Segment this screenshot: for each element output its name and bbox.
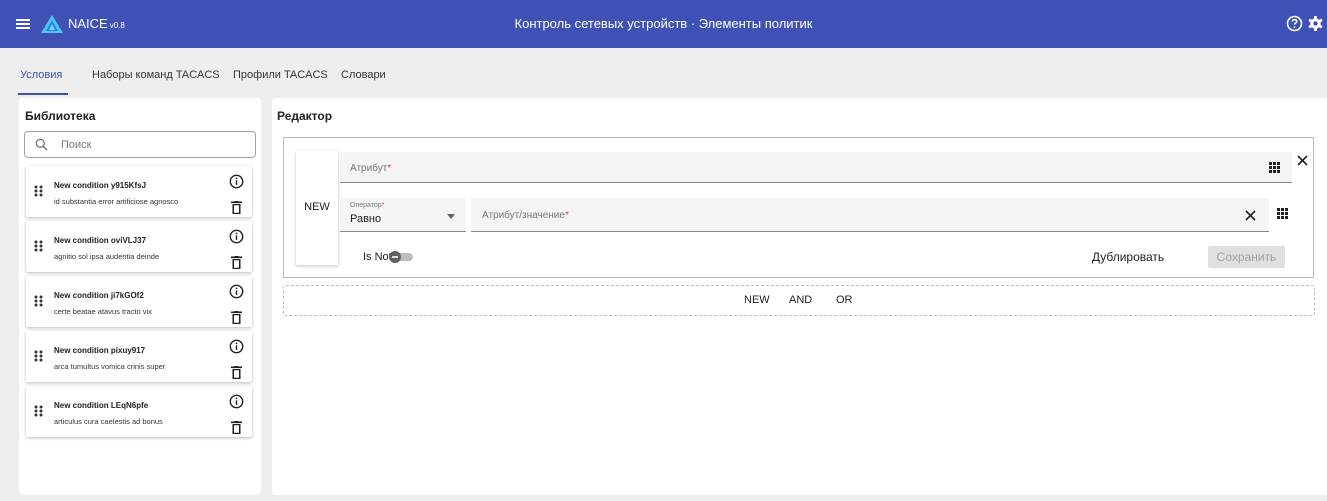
operator-value: Равно [350,213,382,225]
clear-value-close-icon[interactable] [1245,210,1256,221]
attribute-picker-grid-icon[interactable] [1269,162,1280,173]
condition-name: New condition y915KfsJ [54,181,147,190]
library-item[interactable]: New condition oviVLJ37 agnitio sol ipsa … [26,221,252,272]
attribute-value-field[interactable]: Атрибут/значение* [471,198,1269,232]
app-header: NAICE v0.8 Контроль сетевых устройств · Э… [0,0,1327,48]
drag-handle-icon[interactable] [33,294,45,308]
add-and-button[interactable]: AND [789,294,812,306]
tab-bar: Условия Наборы команд TACACS Профили TAC… [0,48,1327,98]
editor-title: Редактор [277,109,333,123]
save-button[interactable]: Сохранить [1208,246,1285,268]
library-title: Библиотека [25,109,96,123]
add-condition-bar: NEW AND OR [283,285,1315,316]
drag-handle-icon[interactable] [33,349,45,363]
menu-icon[interactable] [14,15,32,33]
attribute-field[interactable]: Атрибут* [340,152,1292,183]
condition-description: agnitio sol ipsa audentia deinde [54,252,160,261]
operator-select[interactable]: Оператор* Равно [340,198,466,232]
drag-handle-icon[interactable] [33,404,45,418]
condition-name: New condition pixuy917 [54,346,146,355]
value-picker-grid-icon[interactable] [1277,208,1288,219]
library-panel: Библиотека New condition y915KfsJ id sub… [19,98,261,495]
new-label: NEW [304,201,330,213]
attribute-value-label: Атрибут/значение* [482,210,569,221]
is-not-toggle[interactable] [389,251,414,263]
info-icon[interactable] [229,284,244,299]
condition-description: arca tumultus vomica crinis super [54,362,166,371]
editor-panel: Редактор NEW Атрибут* Оператор* Равно Ат… [272,98,1327,495]
delete-icon[interactable] [231,421,242,434]
condition-name: New condition LEqN6pfe [54,401,149,410]
settings-icon[interactable] [1307,15,1324,32]
library-item[interactable]: New condition pixuy917 arca tumultus vom… [26,331,252,382]
library-item[interactable]: New condition ji7kGOf2 certe beatae atav… [26,276,252,327]
naice-logo-icon [41,15,63,33]
condition-name: New condition oviVLJ37 [54,236,147,245]
attribute-value-label-text: Атрибут/значение [482,210,565,221]
tab-dictionaries[interactable]: Словари [341,69,386,81]
delete-icon[interactable] [231,256,242,269]
delete-icon[interactable] [231,311,242,324]
app-name: NAICE v0.8 [68,16,125,31]
condition-editor-block: NEW Атрибут* Оператор* Равно Атрибут/зна… [283,137,1314,278]
page-title: Контроль сетевых устройств · Элементы по… [514,16,813,31]
remove-condition-close-icon[interactable] [1297,155,1308,166]
app-version: v0.8 [109,21,125,30]
app-name-text: NAICE [68,16,108,31]
condition-description: id substantia error artificiose agnosco [54,197,179,206]
info-icon[interactable] [229,339,244,354]
operator-label-text: Оператор [350,202,382,209]
required-mark: * [381,202,385,209]
tab-tacacs-command-sets[interactable]: Наборы команд TACACS [92,69,220,81]
condition-description: certe beatae atavus tracto vix [54,307,152,316]
condition-name: New condition ji7kGOf2 [54,291,144,300]
active-tab-indicator [18,93,68,95]
search-icon [35,138,48,151]
library-item[interactable]: New condition LEqN6pfe articulus cura ca… [26,386,252,437]
add-or-button[interactable]: OR [836,294,853,306]
delete-icon[interactable] [231,201,242,214]
info-icon[interactable] [229,174,244,189]
library-item[interactable]: New condition y915KfsJ id substantia err… [26,166,252,217]
is-not-label: Is Not [363,251,392,263]
chevron-down-icon [447,214,455,219]
add-new-button[interactable]: NEW [744,294,770,306]
help-icon[interactable] [1286,15,1303,32]
attribute-label-text: Атрибут [350,163,388,174]
search-box [24,131,256,158]
delete-icon[interactable] [231,366,242,379]
attribute-label: Атрибут* [350,163,391,174]
drag-handle-icon[interactable] [33,184,45,198]
tab-tacacs-profiles[interactable]: Профили TACACS [233,69,328,81]
condition-description: articulus cura caelestis ad bonus [54,417,163,426]
required-mark: * [387,163,392,174]
required-mark: * [564,210,569,221]
tab-conditions[interactable]: Условия [20,69,62,81]
operator-label: Оператор* [350,202,384,209]
info-icon[interactable] [229,394,244,409]
duplicate-button[interactable]: Дублировать [1090,246,1166,268]
drag-handle-icon[interactable] [33,239,45,253]
new-condition-label-box: NEW [296,151,338,265]
info-icon[interactable] [229,229,244,244]
search-input[interactable] [61,136,246,154]
